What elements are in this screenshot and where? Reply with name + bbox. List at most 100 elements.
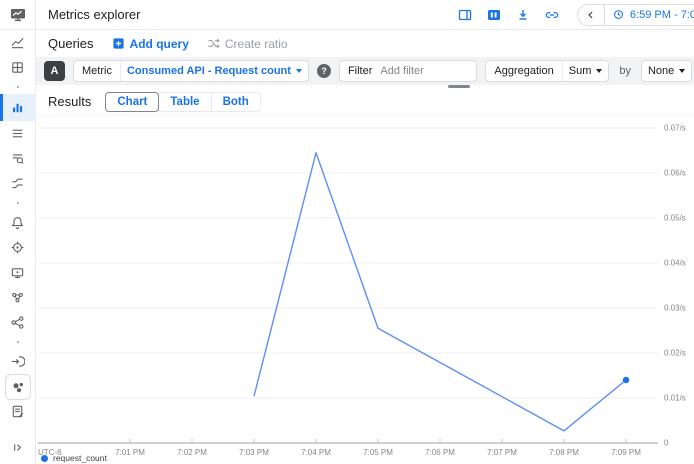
add-query-label: Add query (130, 37, 189, 51)
sidebar-item-alerting[interactable] (0, 210, 36, 235)
sidebar-item-metrics-explorer[interactable] (0, 94, 36, 121)
svg-text:7:07 PM: 7:07 PM (487, 448, 517, 457)
sidebar-item-media[interactable] (0, 260, 36, 285)
tab-both[interactable]: Both (211, 92, 261, 112)
query-letter-badge[interactable]: A (44, 61, 65, 81)
monitoring-logo[interactable] (0, 0, 36, 30)
metric-value: Consumed API - Request count (127, 65, 291, 77)
sidebar-item-groups-cluster[interactable] (0, 285, 36, 310)
top-bar: Metrics explorer (36, 0, 694, 30)
alerting-bell-icon (10, 215, 25, 230)
results-section: Results Chart Table Both 0.07/s 0.06/s 0.0… (36, 85, 694, 464)
integrations-icon (10, 354, 25, 369)
aggregation-chip: Aggregation Sum (485, 60, 609, 82)
svg-text:7:05 PM: 7:05 PM (363, 448, 393, 457)
tab-table[interactable]: Table (158, 92, 211, 112)
metric-dropdown[interactable]: Consumed API - Request count (121, 65, 308, 77)
filter-chip: Filter (339, 60, 477, 82)
time-range-picker[interactable]: 6:59 PM - 7:0 (577, 4, 694, 26)
sidebar-item-alert-policies[interactable] (0, 121, 36, 146)
sidebar-item-share-graph[interactable] (0, 310, 36, 335)
sidebar-item-logs[interactable] (0, 146, 36, 171)
groups-icon (10, 379, 26, 395)
groups-highlight-box (5, 374, 31, 400)
svg-text:7:09 PM: 7:09 PM (611, 448, 641, 457)
sidebar-expand-toggle[interactable] (0, 435, 36, 460)
queries-heading: Queries (48, 36, 94, 51)
filter-label: Filter (340, 65, 380, 77)
services-icon (10, 176, 25, 191)
add-query-button[interactable]: Add query (112, 37, 189, 51)
query-builder-strip: A Metric Consumed API - Request count ? … (36, 57, 694, 85)
chevron-down-icon (679, 69, 685, 73)
svg-text:0.04/s: 0.04/s (664, 259, 686, 268)
svg-text:7:06 PM: 7:06 PM (425, 448, 455, 457)
metric-chip: Metric Consumed API - Request count (73, 60, 309, 82)
nav-divider-dot (0, 335, 36, 349)
svg-text:0.02/s: 0.02/s (664, 349, 686, 358)
dashboards-icon (10, 60, 25, 75)
overview-chart-icon (10, 35, 25, 50)
time-range-value[interactable]: 6:59 PM - 7:0 (605, 5, 694, 25)
expand-panel-icon (10, 440, 25, 455)
chart-panel-icon (486, 7, 502, 23)
legend-item[interactable]: request_count (41, 453, 107, 463)
chart-panel-button[interactable] (486, 7, 502, 23)
group-by-dropdown[interactable]: None (642, 65, 691, 77)
side-panel-button[interactable] (457, 7, 473, 23)
results-label: Results (48, 94, 91, 109)
help-icon[interactable]: ? (317, 64, 331, 78)
line-chart[interactable]: 0.07/s0.06/s0.05/s0.04/s0.03/s0.02/s0.01… (36, 113, 694, 464)
sidebar-item-uptime-checks[interactable] (0, 235, 36, 260)
link-icon (544, 7, 560, 23)
svg-text:7:08 PM: 7:08 PM (549, 448, 579, 457)
logs-search-icon (10, 151, 25, 166)
metric-label: Metric (74, 65, 120, 77)
sidebar-item-groups[interactable] (0, 374, 36, 399)
monitoring-logo-icon (9, 6, 27, 24)
side-panel-icon (457, 7, 473, 23)
svg-text:0.05/s: 0.05/s (664, 214, 686, 223)
nav-divider-dot (0, 196, 36, 210)
sidebar-item-dashboards[interactable] (0, 55, 36, 80)
sidebar-item-overview[interactable] (0, 30, 36, 55)
svg-text:0.06/s: 0.06/s (664, 169, 686, 178)
add-box-icon (112, 37, 125, 50)
main-content: Metrics explorer (36, 0, 694, 464)
chevron-left-icon (585, 9, 597, 21)
sidebar-item-integrations[interactable] (0, 349, 36, 374)
series-color-dot (41, 455, 48, 462)
aggregation-dropdown[interactable]: Sum (563, 65, 609, 77)
by-label: by (617, 65, 633, 77)
page-title: Metrics explorer (48, 7, 140, 22)
doc-edit-icon (10, 404, 25, 419)
top-bar-actions: 6:59 PM - 7:0 (457, 4, 694, 26)
time-back-button[interactable] (578, 5, 604, 25)
sidebar-item-settings-doc[interactable] (0, 399, 36, 424)
group-by-chip: None (641, 60, 692, 82)
svg-text:7:02 PM: 7:02 PM (177, 448, 207, 457)
download-button[interactable] (515, 7, 531, 23)
aggregation-value: Sum (569, 65, 592, 77)
tab-chart[interactable]: Chart (105, 92, 159, 112)
svg-text:0.03/s: 0.03/s (664, 304, 686, 313)
svg-text:0: 0 (664, 439, 669, 448)
sidebar-item-services[interactable] (0, 171, 36, 196)
metrics-explorer-icon (10, 100, 25, 115)
create-ratio-icon (207, 37, 220, 50)
svg-text:7:01 PM: 7:01 PM (115, 448, 145, 457)
results-view-toggle: Chart Table Both (105, 92, 260, 112)
media-monitor-icon (10, 265, 25, 280)
list-icon (10, 126, 25, 141)
chevron-down-icon (596, 69, 602, 73)
chart-canvas[interactable]: 0.07/s0.06/s0.05/s0.04/s0.03/s0.02/s0.01… (36, 113, 694, 460)
get-link-button[interactable] (544, 7, 560, 23)
queries-row: Queries Add query Create ratio (36, 30, 694, 57)
group-by-value: None (648, 65, 674, 77)
series-label: request_count (53, 453, 107, 463)
create-ratio-button[interactable]: Create ratio (207, 37, 288, 51)
svg-text:0.07/s: 0.07/s (664, 124, 686, 133)
create-ratio-label: Create ratio (225, 37, 288, 51)
share-graph-icon (10, 315, 25, 330)
filter-input[interactable] (380, 62, 476, 80)
